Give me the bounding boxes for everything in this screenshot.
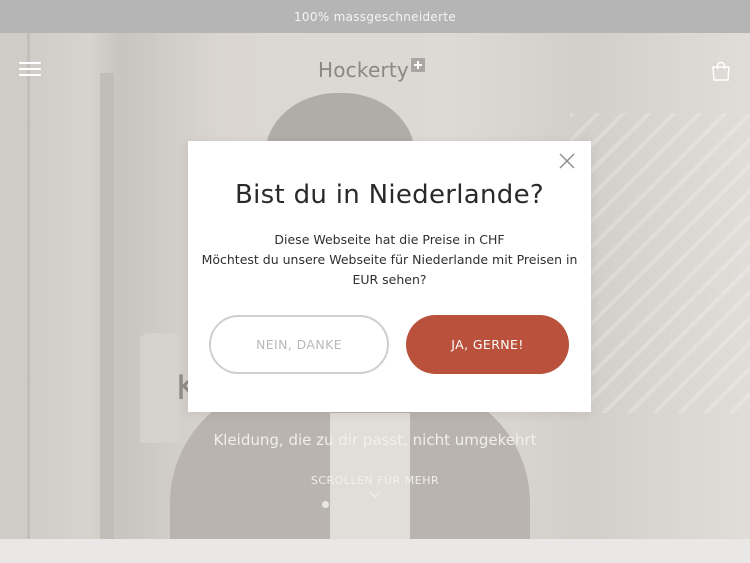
- modal-message-line1: Diese Webseite hat die Preise in CHF: [274, 232, 505, 247]
- logo-text: Hockerty: [318, 58, 409, 82]
- bottom-strip: [0, 539, 750, 563]
- accept-button[interactable]: JA, GERNE!: [406, 315, 569, 374]
- shopping-bag-icon[interactable]: [710, 60, 732, 82]
- close-icon[interactable]: [558, 152, 576, 170]
- hero-subtitle: Kleidung, die zu dir passt, nicht umgeke…: [213, 431, 537, 449]
- modal-message: Diese Webseite hat die Preise in CHF Möc…: [198, 230, 581, 290]
- modal-title: Bist du in Niederlande?: [235, 180, 544, 210]
- modal-message-line3: EUR sehen?: [352, 272, 427, 287]
- hamburger-menu-icon[interactable]: [19, 62, 41, 76]
- scroll-hint[interactable]: SCROLLEN FÜR MEHR: [0, 474, 750, 487]
- country-modal: Bist du in Niederlande? Diese Webseite h…: [188, 141, 591, 412]
- announcement-text: 100% massgeschneiderte: [293, 9, 457, 24]
- carousel-dot[interactable]: [322, 501, 329, 508]
- modal-message-line2: Möchtest du unsere Webseite für Niederla…: [201, 252, 578, 267]
- chevron-down-icon[interactable]: [369, 491, 381, 499]
- announcement-bar: 100% massgeschneiderte: [0, 0, 750, 33]
- logo-plus-icon: [410, 58, 425, 72]
- logo[interactable]: Hockerty: [318, 57, 425, 83]
- decline-button[interactable]: NEIN, DANKE: [209, 315, 389, 374]
